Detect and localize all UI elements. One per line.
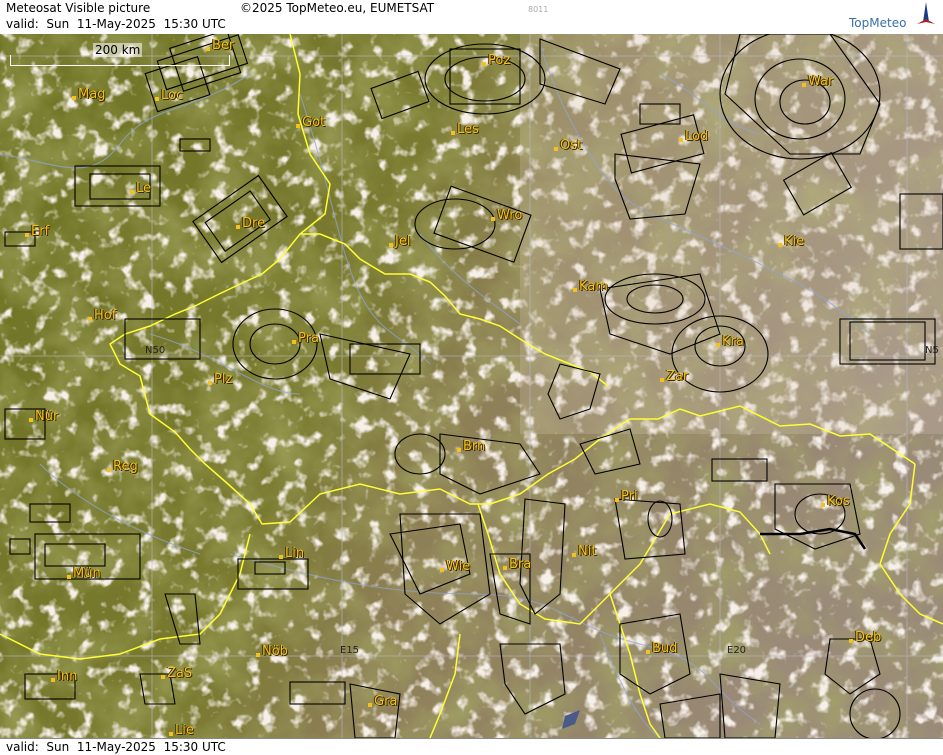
footer-bar: valid: Sun 11-May-2025 15:30 UTC <box>0 738 943 755</box>
city-gra: Gra <box>367 694 398 709</box>
city-les: Les <box>451 122 479 137</box>
grid-label-e15: E15 <box>340 645 360 656</box>
city-lin: Lin <box>278 546 305 561</box>
city-kam: Kam <box>573 279 608 294</box>
city-erf: Erf <box>24 224 50 239</box>
city-mun: Mün <box>67 566 101 581</box>
city-brn: Brn <box>456 439 486 454</box>
topmeteo-logo: TopMeteo <box>849 16 907 30</box>
city-mag: Mag <box>71 87 106 102</box>
city-poz: Poz <box>481 53 511 68</box>
grid-label-e20: E20 <box>727 645 747 656</box>
city-nur: Nür <box>28 409 59 424</box>
city-nob: Nöb <box>256 644 288 659</box>
city-deb: Deb <box>848 630 882 645</box>
city-got: Got <box>295 115 326 130</box>
satellite-image <box>0 34 943 738</box>
city-zar: Zar <box>659 369 689 384</box>
city-le: Le <box>129 181 152 196</box>
city-pra: Pra <box>292 331 319 346</box>
city-war: War <box>801 74 834 89</box>
copyright-text: ©2025 TopMeteo.eu, EUMETSAT <box>240 1 435 15</box>
city-bud: Bud <box>645 641 678 656</box>
city-pri: Pri <box>615 489 638 504</box>
city-kos: Kos <box>821 494 850 509</box>
footer-valid-time: valid: Sun 11-May-2025 15:30 UTC <box>6 740 226 754</box>
city-zas: ZaS <box>160 666 193 681</box>
city-lie: Lie <box>169 723 194 738</box>
city-dre: Dre <box>235 216 266 231</box>
city-jel: Jel <box>388 234 411 249</box>
city-bra: Bra <box>502 557 532 572</box>
picture-title: Meteosat Visible picture <box>6 1 151 15</box>
header-bar: Meteosat Visible picture ©2025 TopMeteo.… <box>0 0 943 35</box>
grid-label-n50: N50 <box>145 345 166 356</box>
city-hof: Hof <box>87 308 117 323</box>
city-kie: Kie <box>777 234 805 249</box>
city-reg: Reg <box>107 459 138 474</box>
city-lod: Lod <box>678 129 709 144</box>
city-loc: Loc <box>154 88 184 103</box>
grid-label-n5: N5 <box>925 345 939 356</box>
city-nit: Nit <box>571 544 597 559</box>
city-kra: Kra <box>716 334 744 349</box>
city-inn: Inn <box>50 669 78 684</box>
city-ber: Ber <box>205 38 235 53</box>
scale-bar: 200 km <box>10 43 230 66</box>
city-wro: Wro <box>490 208 523 223</box>
compass-icon <box>917 2 935 24</box>
city-plz: Plz <box>207 372 233 387</box>
city-wie: Wie <box>439 559 471 574</box>
frame-id: 8011 <box>528 5 549 14</box>
city-ost: Ost <box>553 138 583 153</box>
satellite-map[interactable]: 200 km N50 N5 E15 E20 Ber Poz War Mag Lo… <box>0 34 943 738</box>
scale-bar-label: 200 km <box>93 43 143 57</box>
valid-time: valid: Sun 11-May-2025 15:30 UTC <box>6 17 226 31</box>
